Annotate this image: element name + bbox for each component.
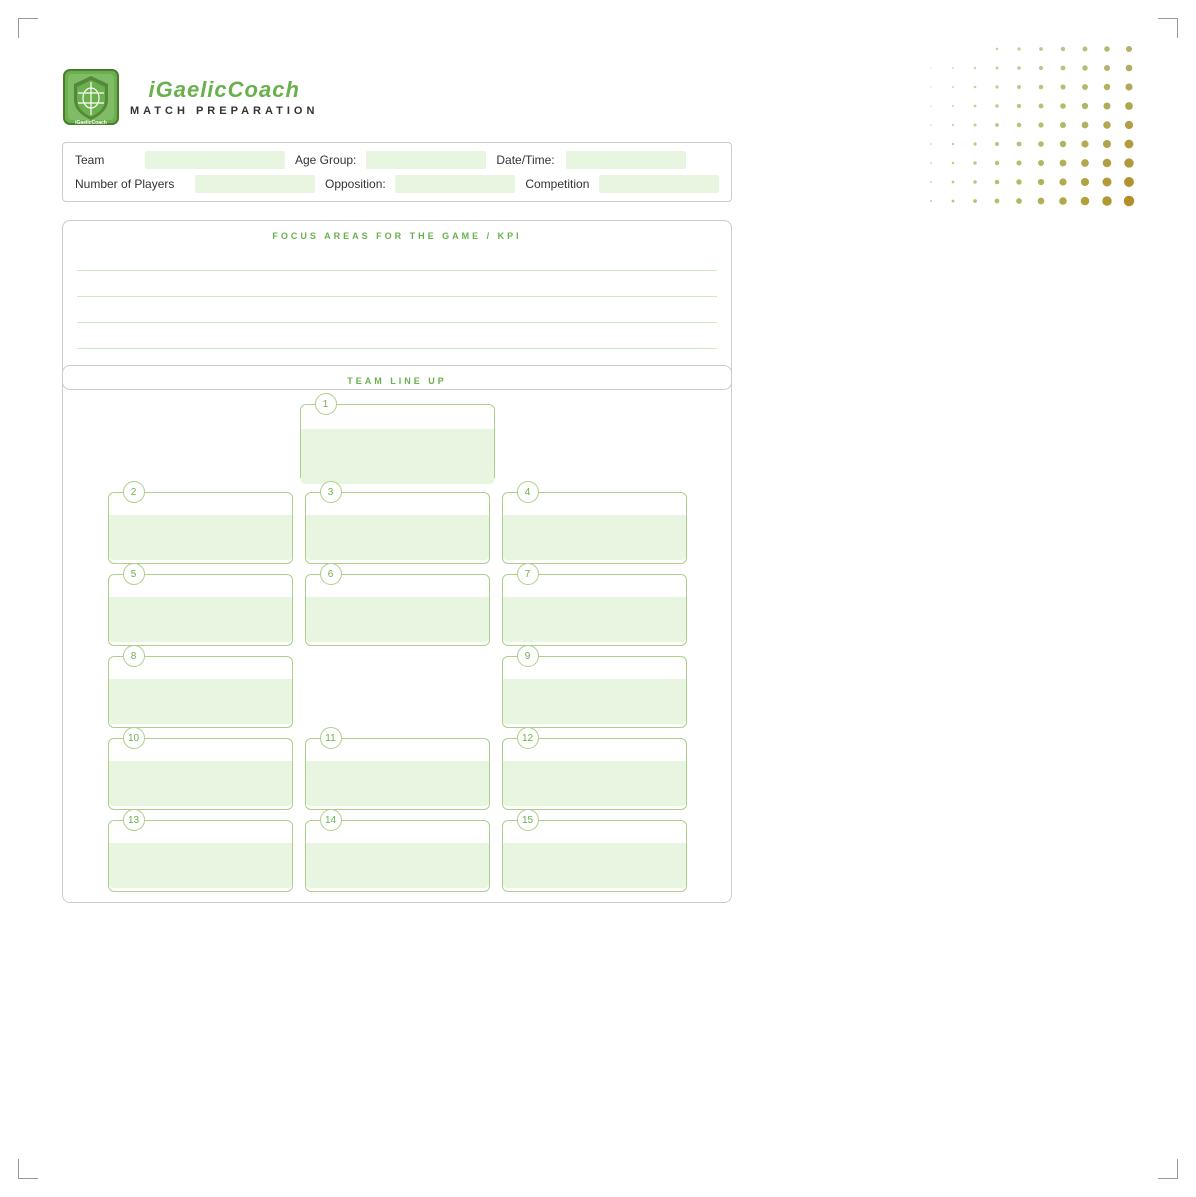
player-number-15: 15 <box>517 809 539 831</box>
player-number-14: 14 <box>320 809 342 831</box>
competition-label: Competition <box>525 177 589 191</box>
corner-mark-br <box>1158 1159 1178 1179</box>
player-number-11: 11 <box>320 727 342 749</box>
player-card-11-inner <box>306 761 489 806</box>
player-card-7[interactable]: 7 <box>502 574 687 646</box>
player-card-10-inner <box>109 761 292 806</box>
title-block: iGaelicCoach MATCH PREPARATION <box>130 77 318 117</box>
player-card-5-inner <box>109 597 292 642</box>
player-card-14[interactable]: 14 <box>305 820 490 892</box>
player-card-15-inner <box>503 843 686 888</box>
age-group-label: Age Group: <box>295 153 356 167</box>
player-number-12: 12 <box>517 727 539 749</box>
lineup-row-1: 1 <box>77 404 717 482</box>
player-number-4: 4 <box>517 481 539 503</box>
lineup-row-4: 8 9 <box>77 656 717 728</box>
logo: iGaelicCoach <box>62 68 120 126</box>
player-number-13: 13 <box>123 809 145 831</box>
player-card-12-inner <box>503 761 686 806</box>
focus-line-4[interactable] <box>77 327 717 349</box>
lineup-row-3: 5 6 7 <box>77 574 717 646</box>
player-card-2[interactable]: 2 <box>108 492 293 564</box>
lineup-title: TEAM LINE UP <box>77 376 717 386</box>
info-bar: Team Age Group: Date/Time: Number of Pla… <box>62 142 732 202</box>
player-number-7: 7 <box>517 563 539 585</box>
player-number-2: 2 <box>123 481 145 503</box>
player-card-6[interactable]: 6 <box>305 574 490 646</box>
lineup-section: TEAM LINE UP 1 2 3 4 <box>62 365 732 903</box>
focus-line-3[interactable] <box>77 301 717 323</box>
focus-line-1[interactable] <box>77 249 717 271</box>
page: iGaelicCoach iGaelicCoach MATCH PREPARAT… <box>0 0 1196 1197</box>
lineup-grid: 1 2 3 4 <box>77 394 717 892</box>
player-card-3-inner <box>306 515 489 560</box>
team-label: Team <box>75 153 135 167</box>
player-card-1[interactable]: 1 <box>300 404 495 482</box>
focus-title: FOCUS AREAS FOR THE GAME / KPI <box>77 231 717 241</box>
focus-line-2[interactable] <box>77 275 717 297</box>
num-players-label: Number of Players <box>75 177 185 191</box>
opposition-input[interactable] <box>395 175 515 193</box>
lineup-row-2: 2 3 4 <box>77 492 717 564</box>
player-card-14-inner <box>306 843 489 888</box>
gap-row4 <box>305 656 490 728</box>
player-card-4-inner <box>503 515 686 560</box>
player-card-15[interactable]: 15 <box>502 820 687 892</box>
player-card-6-inner <box>306 597 489 642</box>
player-card-9-inner <box>503 679 686 724</box>
player-card-11[interactable]: 11 <box>305 738 490 810</box>
corner-mark-tl <box>18 18 38 38</box>
player-number-5: 5 <box>123 563 145 585</box>
date-time-label: Date/Time: <box>496 153 556 167</box>
player-card-12[interactable]: 12 <box>502 738 687 810</box>
team-input[interactable] <box>145 151 285 169</box>
player-card-3[interactable]: 3 <box>305 492 490 564</box>
player-card-8[interactable]: 8 <box>108 656 293 728</box>
player-number-1: 1 <box>315 393 337 415</box>
lineup-row-6: 13 14 15 <box>77 820 717 892</box>
player-number-3: 3 <box>320 481 342 503</box>
player-card-2-inner <box>109 515 292 560</box>
player-number-10: 10 <box>123 727 145 749</box>
player-card-9[interactable]: 9 <box>502 656 687 728</box>
player-card-5[interactable]: 5 <box>108 574 293 646</box>
competition-input[interactable] <box>599 175 719 193</box>
opposition-label: Opposition: <box>325 177 385 191</box>
player-card-4[interactable]: 4 <box>502 492 687 564</box>
player-card-1-inner <box>301 429 494 484</box>
player-card-10[interactable]: 10 <box>108 738 293 810</box>
lineup-row-5: 10 11 12 <box>77 738 717 810</box>
player-card-7-inner <box>503 597 686 642</box>
corner-mark-tr <box>1158 18 1178 38</box>
info-row-1: Team Age Group: Date/Time: <box>75 151 719 169</box>
num-players-input[interactable] <box>195 175 315 193</box>
info-row-2: Number of Players Opposition: Competitio… <box>75 175 719 193</box>
dot-pattern <box>921 20 1141 220</box>
date-time-input[interactable] <box>566 151 686 169</box>
player-number-8: 8 <box>123 645 145 667</box>
header: iGaelicCoach iGaelicCoach MATCH PREPARAT… <box>62 68 318 126</box>
player-card-13-inner <box>109 843 292 888</box>
svg-text:iGaelicCoach: iGaelicCoach <box>75 120 107 126</box>
player-card-8-inner <box>109 679 292 724</box>
player-number-6: 6 <box>320 563 342 585</box>
app-title: iGaelicCoach <box>149 77 300 103</box>
subtitle: MATCH PREPARATION <box>130 105 318 117</box>
player-card-13[interactable]: 13 <box>108 820 293 892</box>
corner-mark-bl <box>18 1159 38 1179</box>
player-number-9: 9 <box>517 645 539 667</box>
age-group-input[interactable] <box>366 151 486 169</box>
